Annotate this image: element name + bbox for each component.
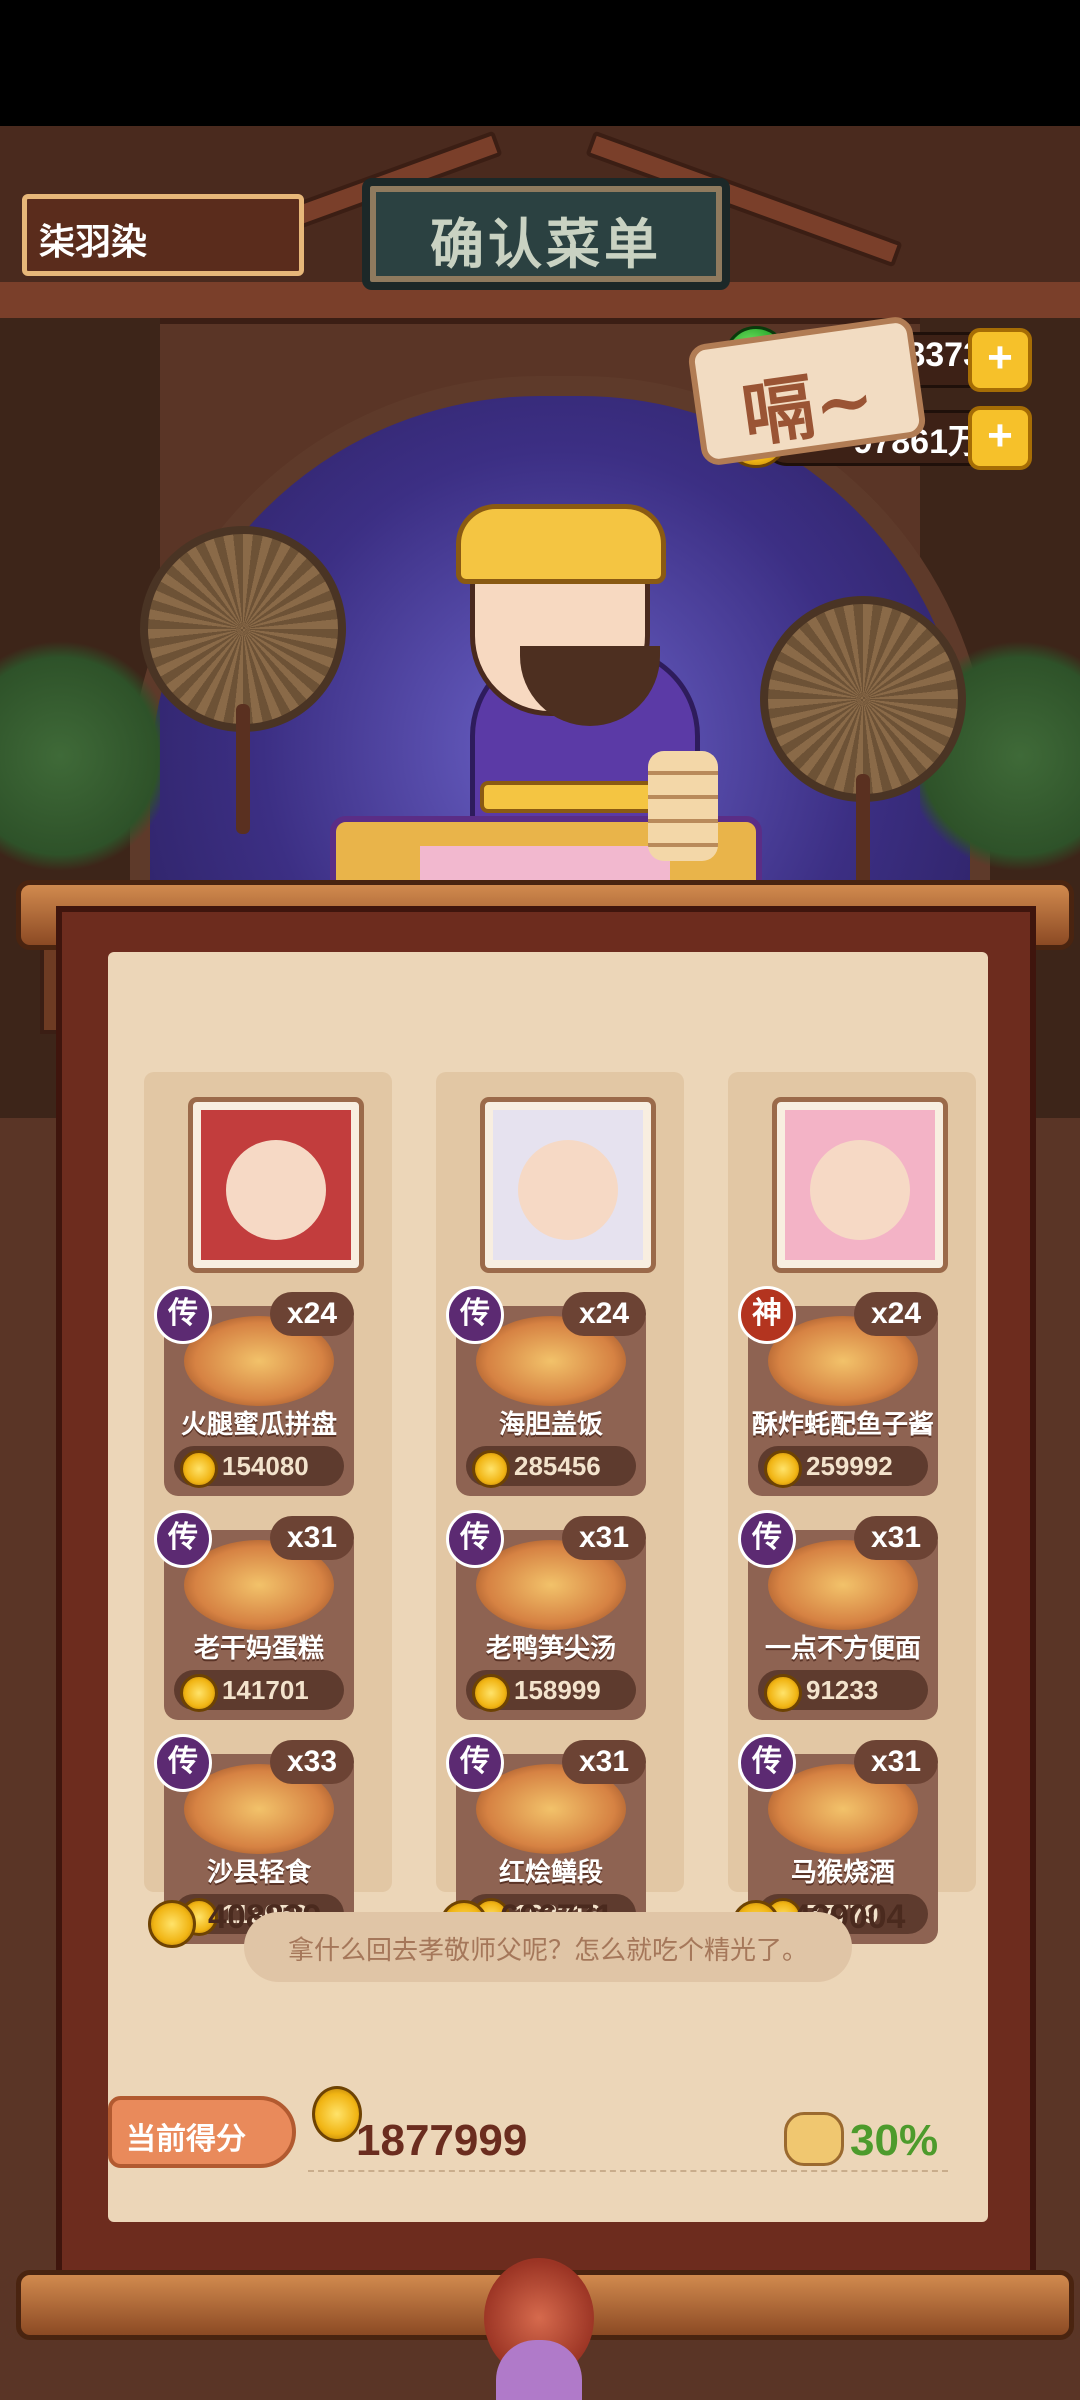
rarity-badge: 传 — [154, 1510, 212, 1568]
coin-icon — [472, 1450, 510, 1488]
menu-signboard: 确认菜单 — [362, 178, 730, 290]
customer-quote: 拿什么回去孝敬师父呢？怎么就吃个精光了。 — [244, 1912, 852, 1982]
bonus-percent: 30% — [850, 2116, 939, 2165]
coin-icon — [148, 1900, 196, 1948]
dish-price: 154080 — [222, 1451, 309, 1481]
dish-count: x31 — [270, 1516, 354, 1560]
speech-text: 嗝~ — [736, 355, 880, 458]
dish-name: 红烩鳝段 — [498, 1857, 603, 1887]
dish-name: 酥炸蚝配鱼子酱 — [751, 1409, 934, 1439]
score-label: 当前得分 — [126, 2123, 246, 2156]
rarity-badge: 传 — [446, 1734, 504, 1792]
chef-portrait[interactable] — [485, 1102, 651, 1268]
rarity-badge: 传 — [154, 1734, 212, 1792]
dish-item[interactable]: 传 x31 老干妈蛋糕 141701 — [154, 1510, 354, 1720]
add-jade-button[interactable]: + — [968, 328, 1032, 392]
dish-item[interactable]: 神 x24 酥炸蚝配鱼子酱 259992 — [738, 1286, 938, 1496]
add-coin-button[interactable]: + — [968, 406, 1032, 470]
sign-title: 确认菜单 — [430, 212, 662, 276]
dish-item[interactable]: 传 x24 海胆盖饭 285456 — [446, 1286, 646, 1496]
dish-item[interactable]: 传 x31 老鸭笋尖汤 158999 — [446, 1510, 646, 1720]
coin-icon — [764, 1450, 802, 1488]
rarity-badge: 传 — [446, 1286, 504, 1344]
score-divider — [308, 2170, 948, 2172]
dish-price: 285456 — [514, 1451, 601, 1481]
chef-column-1: 传 x24 火腿蜜瓜拼盘 154080 传 x31 老干妈蛋糕 141701 传… — [144, 1072, 392, 1948]
menu-paper: 传 x24 火腿蜜瓜拼盘 154080 传 x31 老干妈蛋糕 141701 传… — [108, 952, 988, 2222]
rarity-badge: 传 — [738, 1734, 796, 1792]
dish-count: x31 — [854, 1516, 938, 1560]
dish-count: x24 — [270, 1292, 354, 1336]
dish-item[interactable]: 传 x24 火腿蜜瓜拼盘 154080 — [154, 1286, 354, 1496]
coin-icon — [472, 1674, 510, 1712]
dish-price: 91233 — [806, 1675, 879, 1705]
dish-price: 259992 — [806, 1451, 893, 1481]
dish-name: 马猴烧酒 — [790, 1857, 895, 1887]
dish-count: x31 — [562, 1516, 646, 1560]
dish-name: 火腿蜜瓜拼盘 — [180, 1409, 337, 1439]
current-score-tag: 当前得分 — [108, 2096, 296, 2168]
chef-portrait[interactable] — [777, 1102, 943, 1268]
dish-count: x24 — [854, 1292, 938, 1336]
dish-name: 沙县轻食 — [206, 1857, 311, 1887]
dish-name: 海胆盖饭 — [498, 1409, 603, 1439]
chef-column-3: 神 x24 酥炸蚝配鱼子酱 259992 传 x31 一点不方便面 91233 … — [728, 1072, 976, 1948]
stacked-bowls — [648, 751, 718, 861]
rarity-badge: 传 — [446, 1510, 504, 1568]
score-value: 1877999 — [356, 2116, 528, 2165]
dish-price: 141701 — [222, 1675, 309, 1705]
coin-icon — [180, 1450, 218, 1488]
customer-hat — [456, 504, 666, 584]
dish-count: x31 — [854, 1740, 938, 1784]
coin-icon — [312, 2086, 362, 2142]
dish-count: x31 — [562, 1740, 646, 1784]
dish-count: x24 — [562, 1292, 646, 1336]
dish-name: 一点不方便面 — [764, 1633, 921, 1663]
player-name: 柒羽染 — [39, 221, 148, 262]
bonus-pig-icon — [784, 2112, 844, 2166]
coin-icon — [180, 1674, 218, 1712]
dish-item[interactable]: 传 x31 一点不方便面 91233 — [738, 1510, 938, 1720]
dish-name: 老干妈蛋糕 — [193, 1633, 324, 1663]
dish-name: 老鸭笋尖汤 — [485, 1633, 616, 1663]
dish-price: 158999 — [514, 1675, 601, 1705]
chef-column-2: 传 x24 海胆盖饭 285456 传 x31 老鸭笋尖汤 158999 传 x… — [436, 1072, 684, 1948]
coin-icon — [764, 1674, 802, 1712]
fan-right — [760, 596, 966, 904]
quote-text: 拿什么回去孝敬师父呢？怎么就吃个精光了。 — [287, 1935, 808, 1965]
rarity-badge: 传 — [738, 1510, 796, 1568]
player-nameplate: 柒羽染 — [22, 194, 304, 276]
menu-scroll: 传 x24 火腿蜜瓜拼盘 154080 传 x31 老干妈蛋糕 141701 传… — [56, 906, 1036, 2278]
rarity-badge: 神 — [738, 1286, 796, 1344]
plant-left — [0, 626, 160, 886]
fan-left — [140, 526, 346, 834]
dish-count: x33 — [270, 1740, 354, 1784]
chef-portrait[interactable] — [193, 1102, 359, 1268]
rarity-badge: 传 — [154, 1286, 212, 1344]
